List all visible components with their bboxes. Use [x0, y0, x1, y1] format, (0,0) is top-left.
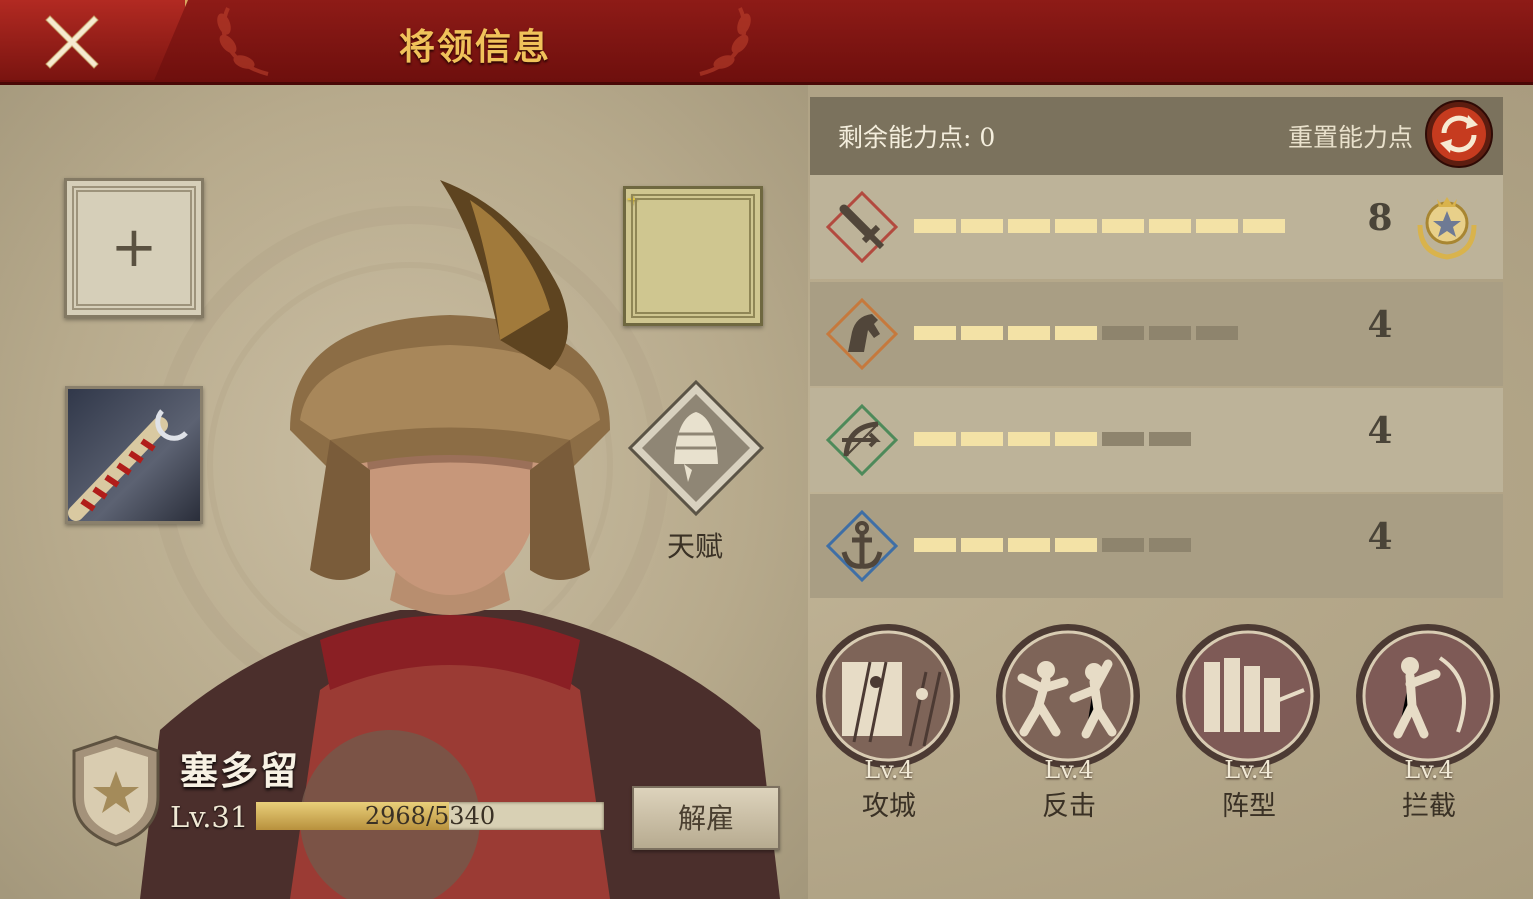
stat-pips: [914, 432, 1191, 446]
stat-pip: [914, 326, 956, 340]
anchor-icon: [826, 510, 898, 582]
skill-level: Lv.4: [864, 756, 914, 784]
skill-name: 拦截: [1402, 791, 1456, 822]
hero-name: 塞多留: [180, 748, 301, 793]
close-icon: [45, 15, 99, 69]
stat-row-navy: 4: [810, 494, 1503, 598]
stat-pip: [961, 326, 1003, 340]
laurel-left-icon: [217, 7, 269, 76]
stat-pip: [1149, 432, 1191, 446]
stat-pip: [1149, 219, 1191, 233]
stat-pip: [1055, 219, 1097, 233]
skill-level: Lv.4: [1224, 756, 1274, 784]
stat-pips: [914, 538, 1191, 552]
stat-pip: [1008, 432, 1050, 446]
stat-row-cavalry: 4: [810, 282, 1503, 386]
xp-text: 2968/5340: [364, 802, 496, 830]
remaining-points-label: 剩余能力点: 0: [838, 123, 996, 152]
stat-pip: [1055, 538, 1097, 552]
skill-level: Lv.4: [1044, 756, 1094, 784]
sword-icon: [826, 191, 898, 263]
page-title: 将领信息: [398, 26, 551, 68]
stat-pip: [961, 538, 1003, 552]
counter-skill-icon: [996, 624, 1140, 768]
stat-pip: [914, 538, 956, 552]
stat-pip: [1149, 326, 1191, 340]
skill-name: 攻城: [862, 791, 916, 822]
stat-pip: [914, 219, 956, 233]
dismiss-button[interactable]: 解雇: [632, 786, 780, 850]
header-bar: 将领信息: [0, 0, 1533, 85]
stat-pip: [1102, 326, 1144, 340]
skill-level: Lv.4: [1404, 756, 1454, 784]
siege-skill-icon: [816, 624, 960, 768]
skill-name: 阵型: [1222, 791, 1276, 822]
stat-value: 4: [1367, 410, 1393, 452]
stat-pip: [1196, 326, 1238, 340]
skill-siege[interactable]: Lv.4 攻城: [814, 622, 964, 822]
rank-badge-icon: [72, 735, 160, 847]
stat-pip: [914, 432, 956, 446]
xp-bar: 2968/5340: [256, 802, 604, 830]
reset-points-button[interactable]: [1424, 99, 1494, 169]
stat-pip: [1008, 219, 1050, 233]
stat-value: 4: [1367, 304, 1393, 346]
bow-icon: [826, 404, 898, 476]
intercept-skill-icon: [1356, 624, 1500, 768]
stat-pips: [914, 326, 1238, 340]
stat-value: 8: [1367, 197, 1393, 239]
stat-pip: [961, 432, 1003, 446]
formation-skill-icon: [1176, 624, 1320, 768]
stat-pip: [961, 219, 1003, 233]
stat-pip: [1055, 432, 1097, 446]
stat-pip: [1008, 538, 1050, 552]
stat-pip: [1102, 432, 1144, 446]
skill-formation[interactable]: Lv.4 阵型: [1174, 622, 1324, 822]
stat-pip: [1055, 326, 1097, 340]
close-button[interactable]: [0, 0, 188, 80]
stat-pip: [1196, 219, 1238, 233]
star-emblem-icon: [1417, 197, 1477, 260]
stat-value: 4: [1367, 516, 1393, 558]
stat-row-attack: 8: [810, 175, 1503, 279]
skill-counter[interactable]: Lv.4 反击: [994, 622, 1144, 822]
reset-points-label: 重置能力点: [1288, 123, 1414, 152]
stat-pip: [1149, 538, 1191, 552]
stat-pip: [1243, 219, 1285, 233]
stat-pip: [1102, 538, 1144, 552]
stat-pip: [1102, 219, 1144, 233]
hero-level: Lv.31: [170, 800, 249, 834]
skill-intercept[interactable]: Lv.4 拦截: [1354, 622, 1504, 822]
skill-name: 反击: [1042, 791, 1096, 822]
laurel-right-icon: [699, 7, 751, 76]
stat-pip: [1008, 326, 1050, 340]
stat-pips: [914, 219, 1285, 233]
stat-row-archery: 4: [810, 388, 1503, 492]
horse-icon: [826, 298, 898, 370]
